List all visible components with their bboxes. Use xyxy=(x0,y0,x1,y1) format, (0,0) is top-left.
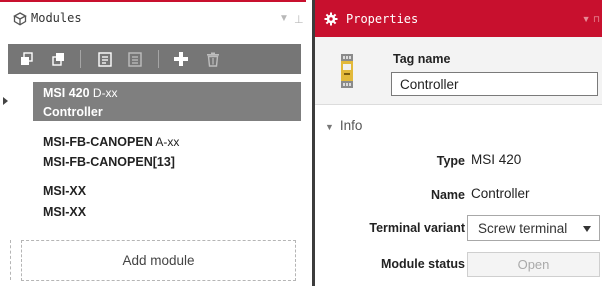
tag-name-area: Tag name xyxy=(315,37,602,105)
info-section-header[interactable]: ▼ Info xyxy=(325,118,362,133)
name-label: Name xyxy=(430,188,465,202)
type-value: MSI 420 xyxy=(471,152,522,167)
modules-panel-header: Modules ▼ ⊥ xyxy=(0,2,306,36)
info-section-title: Info xyxy=(339,118,363,133)
terminal-variant-value: Screw terminal xyxy=(478,220,568,236)
module-list-item-msi-xx[interactable]: MSI-XX MSI-XX xyxy=(33,180,301,222)
terminal-variant-select[interactable]: Screw terminal xyxy=(467,215,600,241)
module-properties-icon[interactable] xyxy=(95,49,115,69)
add-module-button[interactable]: Add module xyxy=(21,240,296,281)
chevron-down-icon[interactable]: ▼ xyxy=(279,13,289,24)
gear-icon xyxy=(324,12,338,26)
drop-zone-border xyxy=(10,240,11,280)
properties-panel-title: Properties xyxy=(346,12,419,26)
chevron-down-icon: ▼ xyxy=(325,122,334,132)
add-icon[interactable] xyxy=(171,49,191,69)
module-model: MSI 420 D-xx xyxy=(43,86,118,100)
pin-icon[interactable]: ⊥ xyxy=(294,13,304,26)
module-list-item-canopen[interactable]: MSI-FB-CANOPEN A-xx MSI-FB-CANOPEN[13] xyxy=(33,131,301,173)
tag-name-input[interactable] xyxy=(391,72,598,96)
terminal-variant-label: Terminal variant xyxy=(369,221,465,235)
chevron-down-icon xyxy=(583,226,591,232)
module-list-icon[interactable] xyxy=(125,49,145,69)
toolbar-separator xyxy=(80,50,81,68)
module-variant: D-xx xyxy=(89,86,118,100)
modules-toolbar xyxy=(8,44,301,74)
modules-icon xyxy=(13,12,27,26)
toolbar-separator xyxy=(158,50,159,68)
collapse-all-icon[interactable] xyxy=(49,49,69,69)
module-model: MSI-FB-CANOPEN A-xx xyxy=(43,135,180,149)
modules-panel-title: Modules xyxy=(31,11,82,25)
delete-icon[interactable] xyxy=(203,49,223,69)
module-status-label: Module status xyxy=(380,257,465,271)
expand-all-icon[interactable] xyxy=(17,49,37,69)
module-model: MSI-XX xyxy=(43,184,87,198)
modules-panel: Modules ▼ ⊥ MSI 420 D-xx Controller MSI-… xyxy=(0,0,306,286)
module-tag: MSI-FB-CANOPEN[13] xyxy=(43,155,175,169)
module-list-item-controller[interactable]: MSI 420 D-xx Controller xyxy=(33,82,301,121)
module-tag: MSI-XX xyxy=(43,205,87,219)
expand-arrow-icon[interactable] xyxy=(3,97,8,105)
properties-panel: Properties ▼ ⊓ Tag name ▼ Info Type MSI 4… xyxy=(312,0,602,286)
tag-name-label: Tag name xyxy=(393,52,451,66)
type-label: Type xyxy=(436,154,465,168)
controller-device-icon xyxy=(341,54,353,88)
chevron-down-icon[interactable]: ▼ ⊓ xyxy=(582,14,600,25)
module-tag: Controller xyxy=(43,105,103,119)
name-value: Controller xyxy=(471,186,530,201)
open-button[interactable]: Open xyxy=(467,252,600,277)
module-variant: A-xx xyxy=(152,135,180,149)
properties-panel-header: Properties ▼ ⊓ xyxy=(315,0,602,37)
